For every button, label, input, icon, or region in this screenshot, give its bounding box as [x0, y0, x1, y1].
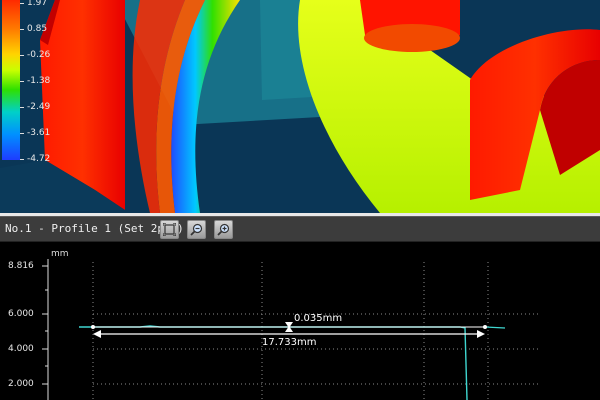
grid-lines [92, 262, 540, 400]
color-scale-tick [20, 55, 24, 56]
height-measurement-label: 0.035mm [294, 313, 343, 324]
y-axis-label: 4.000 [8, 344, 34, 354]
color-scale-label: -1.38 [27, 76, 51, 86]
color-scale-tick [20, 159, 24, 160]
y-axis-label: 2.000 [8, 379, 34, 389]
color-scale-gradient [2, 0, 20, 160]
color-scale-label: -4.72 [27, 154, 51, 164]
color-scale-label: -2.49 [27, 102, 51, 112]
zoom-out-icon [190, 223, 203, 236]
profile-line-tail [484, 326, 506, 329]
width-arrow-left [93, 330, 101, 338]
fit-to-window-icon [163, 223, 176, 236]
width-measurement-label: 17.733mm [262, 337, 317, 348]
profile-graph[interactable]: mm 8.816 6.000 4.000 2.000 0.035mm 17.73… [0, 242, 600, 400]
color-scale-label: 1.97 [27, 0, 48, 8]
y-axis-label: 6.000 [8, 309, 34, 319]
color-scale-label: -3.61 [27, 128, 51, 138]
measure-point[interactable] [91, 325, 95, 329]
zoom-out-button[interactable] [187, 220, 206, 239]
color-scale-tick [20, 133, 24, 134]
color-scale-tick [20, 81, 24, 82]
zoom-in-button[interactable] [214, 220, 233, 239]
color-scale-tick [20, 3, 24, 4]
color-scale-label: 0.85 [27, 24, 48, 34]
heightmap-3d-view[interactable]: 1.97 0.85 -0.26 -1.38 -2.49 -3.61 -4.72 [0, 0, 600, 213]
width-arrow-right [477, 330, 485, 338]
fit-to-window-button[interactable] [160, 220, 179, 239]
measure-point[interactable] [483, 325, 487, 329]
color-scale-legend: 1.97 0.85 -0.26 -1.38 -2.49 -3.61 -4.72 [0, 0, 50, 168]
color-scale-label: -0.26 [27, 50, 51, 60]
heightmap-render [0, 0, 600, 213]
profile-title: No.1 - Profile 1 (Set 2pt.) [5, 222, 184, 235]
color-scale-tick [20, 107, 24, 108]
profile-header-bar: No.1 - Profile 1 (Set 2pt.) [0, 216, 600, 242]
color-scale-tick [20, 29, 24, 30]
y-axis-unit: mm [51, 249, 69, 259]
y-axis-ticks [42, 265, 48, 385]
y-axis-label: 8.816 [8, 261, 34, 271]
zoom-in-icon [217, 223, 230, 236]
